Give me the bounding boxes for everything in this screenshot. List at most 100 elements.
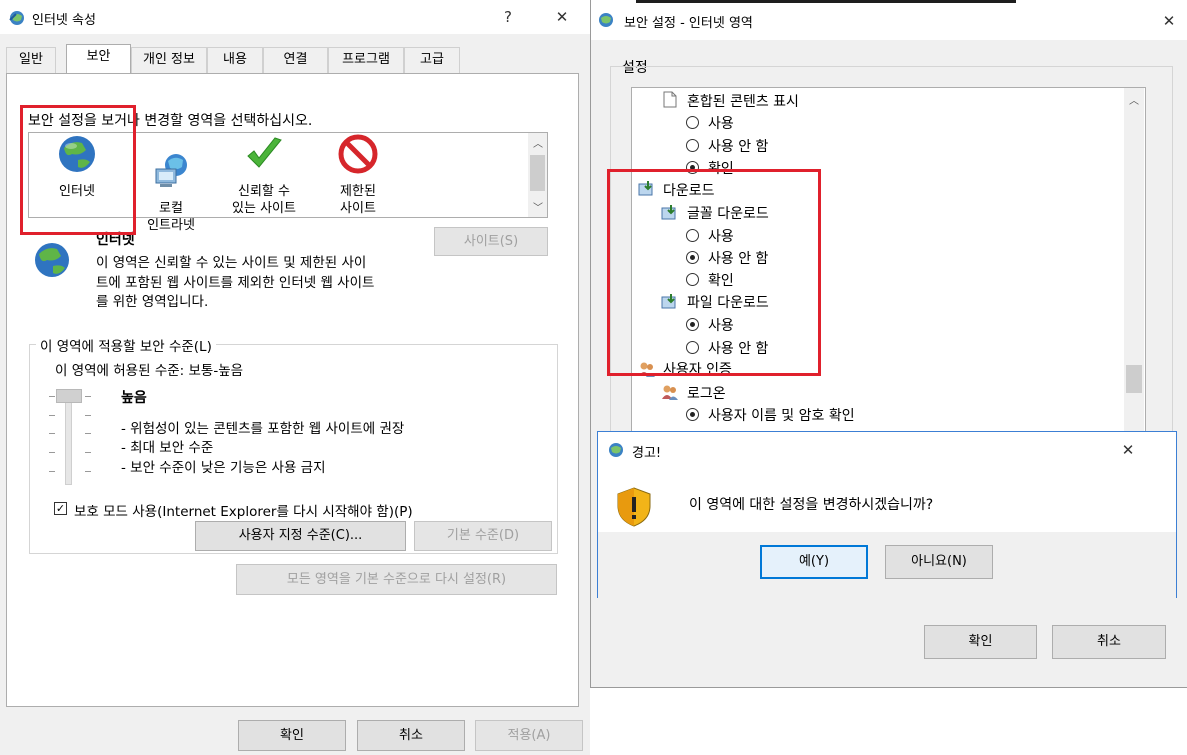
security-level-name: 높음 <box>121 390 147 406</box>
font-enable-radio[interactable] <box>686 229 699 242</box>
scroll-down-icon[interactable]: ﹀ <box>533 199 543 214</box>
zone-list-scroll-thumb[interactable] <box>530 155 545 191</box>
tree-font-download: 글꼴 다운로드 <box>687 206 769 222</box>
mixed-enable-label: 사용 <box>708 116 734 132</box>
users-icon <box>639 362 655 377</box>
tab-privacy[interactable]: 개인 정보 <box>131 47 207 73</box>
document-icon <box>663 91 677 108</box>
ok-button[interactable]: 확인 <box>238 720 346 751</box>
font-prompt-radio[interactable] <box>686 273 699 286</box>
protected-mode-label: 보호 모드 사용(Internet Explorer를 다시 시작해야 함)(P… <box>74 504 413 520</box>
tab-programs[interactable]: 프로그램 <box>328 47 404 73</box>
scroll-up-icon[interactable]: ︿ <box>1129 92 1139 107</box>
reset-all-zones-button[interactable]: 모든 영역을 기본 수준으로 다시 설정(R) <box>236 564 557 595</box>
zone-trusted-sites[interactable]: 신뢰할 수 있는 사이트 <box>224 134 304 217</box>
tree-mixed-content: 혼합된 콘텐츠 표시 <box>687 94 799 110</box>
internet-options-app-icon <box>9 11 24 25</box>
zone-internet-label: 인터넷 <box>59 184 95 199</box>
default-level-button[interactable]: 기본 수준(D) <box>414 521 552 551</box>
sites-button[interactable]: 사이트(S) <box>434 227 548 256</box>
font-disable-label: 사용 안 함 <box>708 251 769 267</box>
select-zone-label: 보안 설정을 보거나 변경할 영역을 선택하십시오. <box>28 113 313 129</box>
yes-button[interactable]: 예(Y) <box>760 545 868 579</box>
no-button[interactable]: 아니요(N) <box>885 545 993 579</box>
warning-dialog: 경고! ✕ 이 영역에 대한 설정을 변경하시겠습니까? 예(Y) 아니요(N) <box>597 431 1177 598</box>
restricted-icon <box>338 134 378 174</box>
tab-content[interactable]: 내용 <box>207 47 263 73</box>
zone-local-intranet-label: 로컬 인트라넷 <box>147 201 195 233</box>
close-icon[interactable]: ✕ <box>1158 10 1180 32</box>
tree-logon: 로그온 <box>687 386 726 402</box>
apply-button[interactable]: 적용(A) <box>475 720 583 751</box>
file-disable-radio[interactable] <box>686 341 699 354</box>
warning-app-icon <box>609 443 623 457</box>
font-disable-radio[interactable] <box>686 251 699 264</box>
warning-shield-icon <box>617 487 651 527</box>
mixed-enable-radio[interactable] <box>686 116 699 129</box>
security-settings-title: 보안 설정 - 인터넷 영역 <box>624 16 753 31</box>
font-enable-label: 사용 <box>708 229 734 245</box>
level-item-3: - 보안 수준이 낮은 기능은 사용 금지 <box>121 460 326 476</box>
settings-tree-scroll-thumb[interactable] <box>1126 365 1142 393</box>
mixed-prompt-radio[interactable] <box>686 161 699 174</box>
help-icon[interactable]: ? <box>497 6 519 28</box>
download-settings-icon <box>638 181 653 196</box>
zone-description-line-2: 트에 포함된 웹 사이트를 제외한 인터넷 웹 사이트 <box>96 275 375 291</box>
internet-options-title: 인터넷 속성 <box>32 13 96 28</box>
zone-restricted-sites-label: 제한된 사이트 <box>340 184 376 216</box>
logon-user-password-label: 사용자 이름 및 암호 확인 <box>708 408 855 424</box>
security-cancel-button[interactable]: 취소 <box>1052 625 1166 659</box>
internet-options-titlebar: 인터넷 속성 ? ✕ <box>0 0 590 34</box>
tab-connections[interactable]: 연결 <box>263 47 328 73</box>
download-settings-icon <box>661 205 676 220</box>
internet-options-window: 인터넷 속성 ? ✕ 일반 보안 개인 정보 내용 연결 프로그램 고급 보안 … <box>0 0 590 755</box>
security-level-slider-track[interactable] <box>65 393 72 485</box>
zone-internet[interactable]: 인터넷 <box>37 134 117 200</box>
globe-icon <box>35 243 69 277</box>
security-level-slider-thumb[interactable] <box>56 389 82 403</box>
security-settings-app-icon <box>599 13 613 27</box>
mixed-disable-label: 사용 안 함 <box>708 139 769 155</box>
logon-user-password-radio[interactable] <box>686 408 699 421</box>
zone-name: 인터넷 <box>96 232 135 248</box>
tree-file-download: 파일 다운로드 <box>687 295 769 311</box>
tree-user-authentication: 사용자 인증 <box>663 362 732 378</box>
file-enable-radio[interactable] <box>686 318 699 331</box>
slider-ticks-right <box>85 392 93 482</box>
tab-general[interactable]: 일반 <box>6 47 56 73</box>
allowed-level-label: 이 영역에 허용된 수준: 보통-높음 <box>55 363 244 379</box>
protected-mode-checkbox[interactable]: ✓ <box>54 502 67 515</box>
level-item-2: - 최대 보안 수준 <box>121 440 214 456</box>
mixed-disable-radio[interactable] <box>686 139 699 152</box>
close-icon[interactable]: ✕ <box>1117 439 1139 461</box>
tab-advanced[interactable]: 고급 <box>404 47 460 73</box>
security-settings-titlebar: 보안 설정 - 인터넷 영역 ✕ <box>591 0 1187 40</box>
zone-local-intranet[interactable]: 로컬 인트라넷 <box>131 134 211 251</box>
mixed-prompt-label: 확인 <box>708 161 734 177</box>
security-ok-button[interactable]: 확인 <box>924 625 1037 659</box>
globe-icon <box>59 136 95 172</box>
scroll-up-icon[interactable]: ︿ <box>533 135 543 150</box>
intranet-icon <box>155 154 187 187</box>
zone-description-line-3: 를 위한 영역입니다. <box>96 294 209 310</box>
zone-list-scrollbar[interactable]: ︿ ﹀ <box>528 133 547 217</box>
zone-restricted-sites[interactable]: 제한된 사이트 <box>318 134 398 217</box>
tree-download: 다운로드 <box>663 183 715 199</box>
level-item-1: - 위험성이 있는 콘텐츠를 포함한 웹 사이트에 권장 <box>121 421 405 437</box>
warning-title: 경고! <box>632 446 662 461</box>
zone-description-line-1: 이 영역은 신뢰할 수 있는 사이트 및 제한된 사이 <box>96 255 367 271</box>
slider-ticks-left <box>49 392 57 482</box>
cancel-button[interactable]: 취소 <box>357 720 465 751</box>
tab-security[interactable]: 보안 <box>66 44 131 75</box>
custom-level-button[interactable]: 사용자 지정 수준(C)... <box>195 521 406 551</box>
zone-trusted-sites-label: 신뢰할 수 있는 사이트 <box>232 184 296 216</box>
file-enable-label: 사용 <box>708 318 734 334</box>
users-icon <box>662 385 678 400</box>
checkmark-icon <box>247 137 282 168</box>
font-prompt-label: 확인 <box>708 273 734 289</box>
close-icon[interactable]: ✕ <box>551 6 573 28</box>
titlebar-edge <box>636 0 1016 3</box>
warning-message: 이 영역에 대한 설정을 변경하시겠습니까? <box>689 497 934 513</box>
file-disable-label: 사용 안 함 <box>708 341 769 357</box>
security-level-group-title: 이 영역에 적용할 보안 수준(L) <box>36 335 216 355</box>
